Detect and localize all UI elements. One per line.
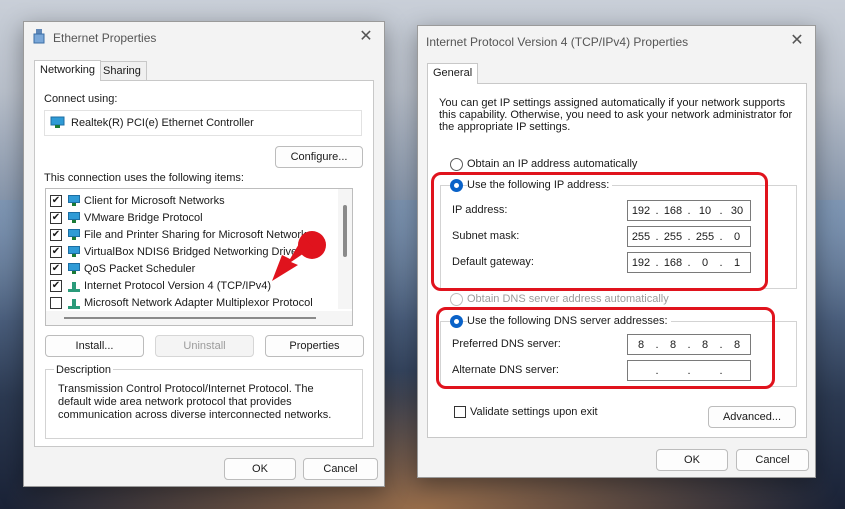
item-checkbox[interactable]: ✔ xyxy=(50,228,62,241)
list-item[interactable]: Microsoft Network Adapter Multiplexor Pr… xyxy=(50,294,313,311)
network-adapter-icon xyxy=(33,29,45,44)
configure-button[interactable]: Configure... xyxy=(275,146,363,168)
item-label: Microsoft Network Adapter Multiplexor Pr… xyxy=(84,296,313,309)
hscroll-thumb[interactable] xyxy=(64,317,316,319)
network-client-icon xyxy=(67,262,81,275)
ok-button[interactable]: OK xyxy=(656,449,728,471)
properties-button[interactable]: Properties xyxy=(265,335,364,357)
vertical-scrollbar[interactable] xyxy=(338,189,352,309)
item-checkbox[interactable] xyxy=(50,296,62,309)
description-group: Description Transmission Control Protoco… xyxy=(45,364,363,439)
red-arrow-annotation xyxy=(272,231,326,281)
tab-sharing[interactable]: Sharing xyxy=(97,61,147,81)
obtain-dns-auto-label[interactable]: Obtain DNS server address automatically xyxy=(467,293,669,305)
dns-highlight-box xyxy=(436,307,775,389)
validate-label[interactable]: Validate settings upon exit xyxy=(470,406,598,418)
titlebar: Ethernet Properties ✕ xyxy=(24,22,384,52)
list-item[interactable]: ✔ QoS Packet Scheduler xyxy=(50,260,195,277)
close-button[interactable]: ✕ xyxy=(787,31,807,51)
titlebar: Internet Protocol Version 4 (TCP/IPv4) P… xyxy=(418,26,815,56)
item-checkbox[interactable]: ✔ xyxy=(50,262,62,275)
adapter-name: Realtek(R) PCI(e) Ethernet Controller xyxy=(71,117,254,129)
list-item[interactable]: ✔ Internet Protocol Version 4 (TCP/IPv4) xyxy=(50,277,271,294)
window-title: Ethernet Properties xyxy=(53,31,157,45)
network-client-icon xyxy=(67,228,81,241)
list-item[interactable]: ✔ Client for Microsoft Networks xyxy=(50,192,225,209)
network-adapter-icon xyxy=(50,116,65,128)
advanced-button[interactable]: Advanced... xyxy=(708,406,796,428)
list-item[interactable]: ✔ VMware Bridge Protocol xyxy=(50,209,203,226)
network-client-icon xyxy=(67,194,81,207)
item-checkbox[interactable]: ✔ xyxy=(50,279,62,292)
tab-networking[interactable]: Networking xyxy=(34,60,102,81)
horizontal-scrollbar[interactable] xyxy=(46,311,352,325)
cancel-button[interactable]: Cancel xyxy=(303,458,378,480)
items-label: This connection uses the following items… xyxy=(44,172,244,184)
scrollbar-thumb[interactable] xyxy=(343,205,347,257)
description-label: Description xyxy=(54,364,114,376)
cancel-button[interactable]: Cancel xyxy=(736,449,809,471)
close-button[interactable]: ✕ xyxy=(356,27,376,47)
install-button[interactable]: Install... xyxy=(45,335,144,357)
item-label: Internet Protocol Version 4 (TCP/IPv4) xyxy=(84,279,272,292)
item-checkbox[interactable]: ✔ xyxy=(50,211,62,224)
adapter-field: Realtek(R) PCI(e) Ethernet Controller xyxy=(44,110,362,136)
item-label: Client for Microsoft Networks xyxy=(84,194,225,207)
item-label: QoS Packet Scheduler xyxy=(84,262,196,275)
intro-text: You can get IP settings assigned automat… xyxy=(439,97,793,133)
tab-general[interactable]: General xyxy=(427,63,479,84)
obtain-ip-auto-radio[interactable] xyxy=(450,158,463,171)
obtain-ip-auto-label[interactable]: Obtain an IP address automatically xyxy=(467,158,637,170)
item-checkbox[interactable]: ✔ xyxy=(50,194,62,207)
connect-using-label: Connect using: xyxy=(44,93,118,105)
ok-button[interactable]: OK xyxy=(224,458,296,480)
network-client-icon xyxy=(67,245,81,258)
protocol-icon xyxy=(67,297,81,309)
ip-highlight-box xyxy=(431,172,768,291)
protocol-icon xyxy=(67,280,81,292)
item-checkbox[interactable]: ✔ xyxy=(50,245,62,258)
item-label: VMware Bridge Protocol xyxy=(84,211,203,224)
description-text: Transmission Control Protocol/Internet P… xyxy=(58,383,332,421)
window-title: Internet Protocol Version 4 (TCP/IPv4) P… xyxy=(426,35,689,49)
uninstall-button: Uninstall xyxy=(155,335,254,357)
validate-checkbox[interactable] xyxy=(454,406,466,418)
network-client-icon xyxy=(67,211,81,224)
obtain-dns-auto-radio[interactable] xyxy=(450,293,463,306)
